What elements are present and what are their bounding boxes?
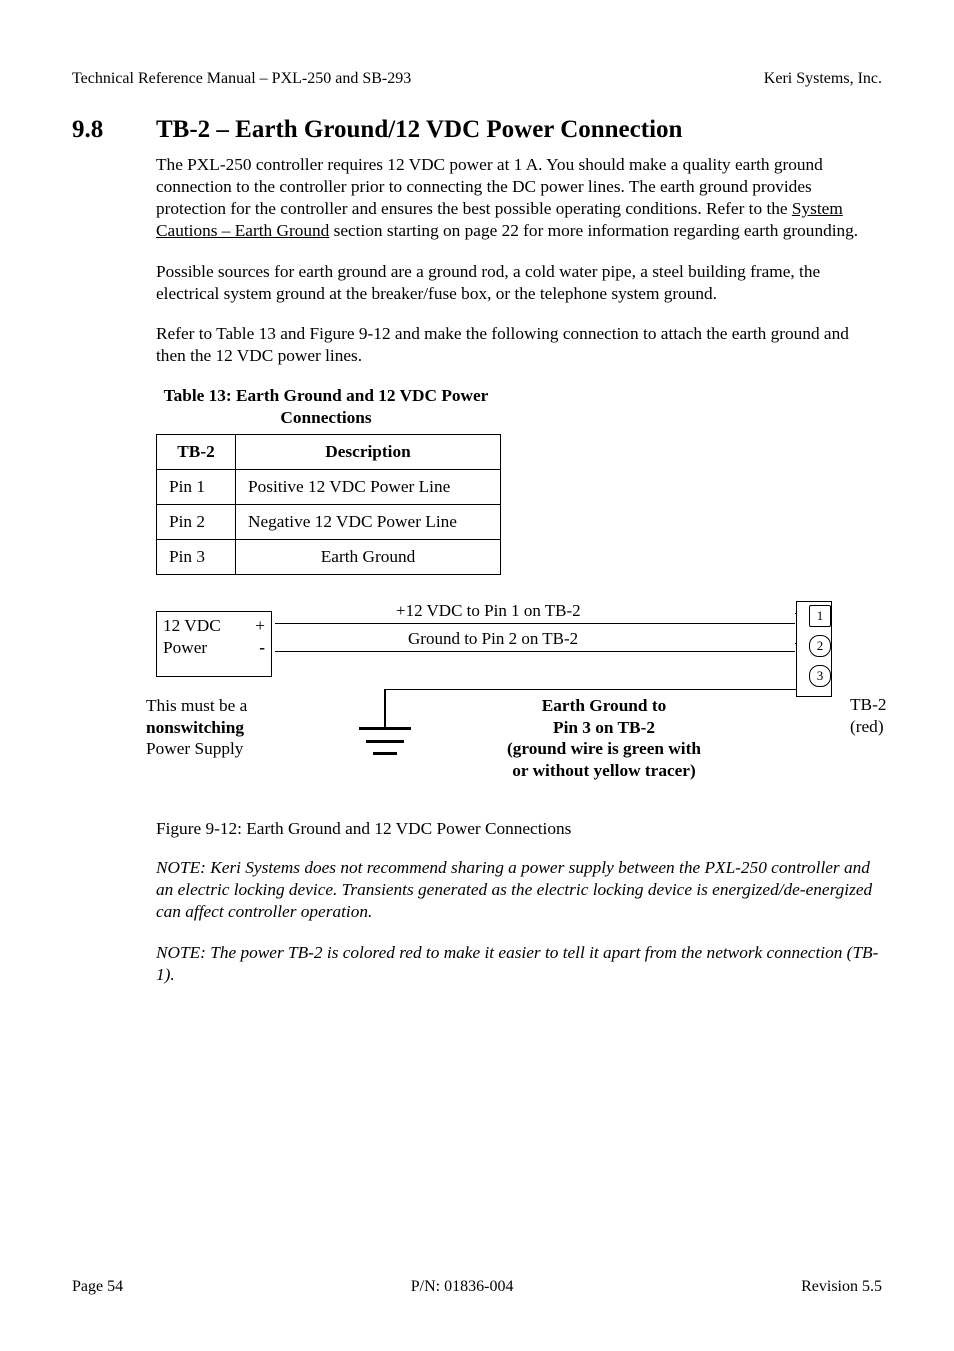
footer-part-number: P/N: 01836-004 [411, 1278, 514, 1296]
table-caption: Table 13: Earth Ground and 12 VDC Power … [156, 385, 496, 428]
table-header-tb2: TB-2 [157, 435, 236, 470]
header-left: Technical Reference Manual – PXL-250 and… [72, 70, 411, 88]
page-header: Technical Reference Manual – PXL-250 and… [72, 70, 882, 88]
minus-terminal: - [259, 638, 265, 658]
header-right: Keri Systems, Inc. [764, 70, 882, 88]
p1-part-b: section starting on page 22 for more inf… [329, 221, 858, 240]
note-1: NOTE: Keri Systems does not recommend sh… [156, 857, 882, 923]
table-cell: Earth Ground [236, 540, 501, 575]
paragraph-2: Possible sources for earth ground are a … [156, 261, 882, 305]
table-cell: Positive 12 VDC Power Line [236, 470, 501, 505]
power-connections-table: TB-2 Description Pin 1 Positive 12 VDC P… [156, 434, 501, 575]
tb2-pin-1: 1 [809, 605, 831, 627]
page-footer: Page 54 P/N: 01836-004 Revision 5.5 [72, 1278, 882, 1296]
table-cell: Pin 3 [157, 540, 236, 575]
section-number: 9.8 [72, 116, 156, 144]
earth-line-2: Pin 3 on TB-2 [424, 717, 784, 739]
earth-line-4: or without yellow tracer) [424, 760, 784, 782]
wire-line-2 [275, 651, 795, 652]
ground-bar-2 [366, 740, 404, 743]
wire-label-2: Ground to Pin 2 on TB-2 [408, 629, 578, 649]
power-label: Power [163, 638, 207, 658]
tb2-pin-3: 3 [809, 665, 831, 687]
tb2-pin-2: 2 [809, 635, 831, 657]
table-row: Pin 2 Negative 12 VDC Power Line [157, 505, 501, 540]
earth-wire-horizontal [385, 689, 797, 690]
table-cell: Pin 2 [157, 505, 236, 540]
vdc-label: 12 VDC [163, 616, 221, 636]
note-line-1: This must be a [146, 695, 247, 717]
wire-label-1: +12 VDC to Pin 1 on TB-2 [396, 601, 581, 621]
wiring-diagram: 12 VDC + Power - +12 VDC to Pin 1 on TB-… [156, 605, 916, 805]
table-cell: Negative 12 VDC Power Line [236, 505, 501, 540]
ground-bar-3 [373, 752, 397, 755]
tb2-color-red: (red) [850, 717, 884, 737]
tb2-label: TB-2 [850, 695, 886, 715]
section-heading: 9.8 TB-2 – Earth Ground/12 VDC Power Con… [72, 116, 882, 144]
footer-page-number: Page 54 [72, 1278, 123, 1296]
table-header-description: Description [236, 435, 501, 470]
power-supply-note: This must be a nonswitching Power Supply [146, 695, 247, 760]
paragraph-1: The PXL-250 controller requires 12 VDC p… [156, 154, 882, 243]
section-title: TB-2 – Earth Ground/12 VDC Power Connect… [156, 116, 682, 144]
earth-line-1: Earth Ground to [424, 695, 784, 717]
table-row: Pin 3 Earth Ground [157, 540, 501, 575]
p1-part-a: The PXL-250 controller requires 12 VDC p… [156, 155, 823, 218]
table-cell: Pin 1 [157, 470, 236, 505]
note-line-2: nonswitching [146, 717, 247, 739]
table-row: Pin 1 Positive 12 VDC Power Line [157, 470, 501, 505]
earth-ground-label: Earth Ground to Pin 3 on TB-2 (ground wi… [424, 695, 784, 781]
plus-terminal: + [255, 616, 265, 636]
ground-stem [384, 689, 386, 728]
earth-line-3: (ground wire is green with [424, 738, 784, 760]
note-2: NOTE: The power TB-2 is colored red to m… [156, 942, 882, 986]
power-supply-box: 12 VDC + Power - [156, 611, 272, 677]
wire-line-1 [275, 623, 795, 624]
paragraph-3: Refer to Table 13 and Figure 9-12 and ma… [156, 323, 882, 367]
footer-revision: Revision 5.5 [801, 1278, 882, 1296]
ground-bar-1 [359, 727, 411, 730]
figure-caption: Figure 9-12: Earth Ground and 12 VDC Pow… [156, 819, 882, 839]
note-line-3: Power Supply [146, 738, 247, 760]
